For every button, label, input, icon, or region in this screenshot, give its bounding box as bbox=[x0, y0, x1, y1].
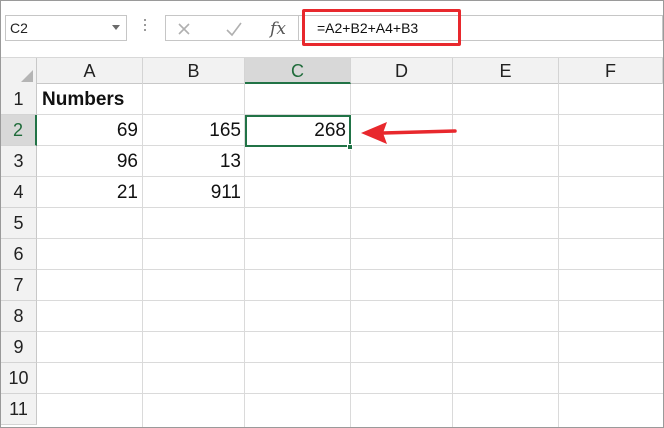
active-cell-border bbox=[245, 115, 351, 147]
row-header-9[interactable]: 9 bbox=[1, 332, 37, 363]
chevron-down-icon[interactable] bbox=[112, 25, 120, 30]
formula-bar: C2 fx =A2+B2+A4+B3 bbox=[1, 1, 663, 51]
row-header-1[interactable]: 1 bbox=[1, 84, 37, 115]
cell-a2[interactable]: 69 bbox=[37, 115, 138, 145]
gridline bbox=[37, 393, 663, 394]
gridline bbox=[37, 362, 663, 363]
gridline bbox=[37, 207, 663, 208]
row-header-10[interactable]: 10 bbox=[1, 363, 37, 394]
row-header-6[interactable]: 6 bbox=[1, 239, 37, 270]
gridline bbox=[558, 84, 559, 427]
formula-highlight-box bbox=[302, 9, 461, 46]
column-header-row: A B C D E F bbox=[1, 57, 663, 85]
drag-handle-icon[interactable] bbox=[144, 19, 147, 37]
column-header-a[interactable]: A bbox=[37, 58, 143, 84]
spreadsheet-grid: A B C D E F 1 2 3 4 5 6 7 8 9 10 11 Numb… bbox=[1, 57, 663, 427]
enter-check-icon[interactable] bbox=[222, 19, 246, 39]
cell-a1[interactable]: Numbers bbox=[42, 84, 142, 114]
cell-b2[interactable]: 165 bbox=[143, 115, 241, 145]
insert-function-icon[interactable]: fx bbox=[266, 19, 290, 39]
row-header-5[interactable]: 5 bbox=[1, 208, 37, 239]
row-header-8[interactable]: 8 bbox=[1, 301, 37, 332]
row-header-2[interactable]: 2 bbox=[1, 115, 37, 146]
column-header-e[interactable]: E bbox=[453, 58, 559, 84]
gridline bbox=[37, 300, 663, 301]
gridline bbox=[37, 238, 663, 239]
cell-b4[interactable]: 911 bbox=[143, 177, 241, 207]
cell-a4[interactable]: 21 bbox=[37, 177, 138, 207]
name-box-value: C2 bbox=[10, 20, 28, 36]
fill-handle[interactable] bbox=[347, 144, 353, 150]
column-header-f[interactable]: F bbox=[559, 58, 663, 84]
row-header-3[interactable]: 3 bbox=[1, 146, 37, 177]
cell-a3[interactable]: 96 bbox=[37, 146, 138, 176]
gridline bbox=[37, 331, 663, 332]
column-header-d[interactable]: D bbox=[351, 58, 453, 84]
row-header-4[interactable]: 4 bbox=[1, 177, 37, 208]
formula-buttons: fx bbox=[165, 15, 299, 41]
select-all-icon bbox=[21, 70, 33, 82]
column-header-b[interactable]: B bbox=[143, 58, 245, 84]
row-header-11[interactable]: 11 bbox=[1, 394, 37, 425]
row-header-7[interactable]: 7 bbox=[1, 270, 37, 301]
cancel-icon[interactable] bbox=[172, 19, 196, 39]
select-all-button[interactable] bbox=[1, 58, 37, 85]
cell-b3[interactable]: 13 bbox=[143, 146, 241, 176]
name-box[interactable]: C2 bbox=[5, 15, 127, 41]
spreadsheet-window: C2 fx =A2+B2+A4+B3 A B C D E F 1 2 3 4 5… bbox=[0, 0, 664, 428]
arrow-left-icon bbox=[361, 122, 457, 144]
gridline bbox=[37, 269, 663, 270]
column-header-c[interactable]: C bbox=[245, 58, 351, 84]
